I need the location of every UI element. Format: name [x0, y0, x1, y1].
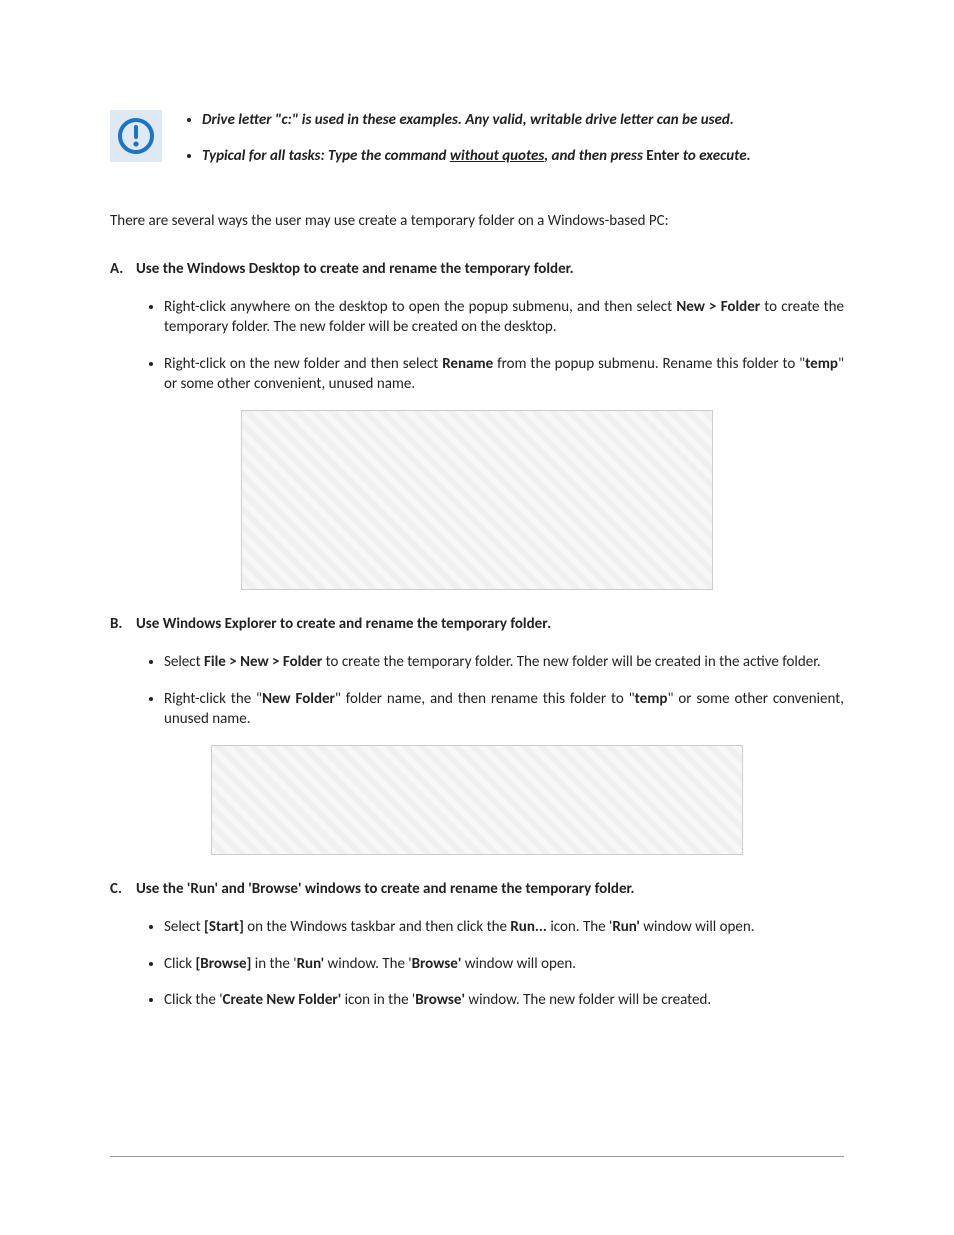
text-bold: Rename: [442, 355, 493, 373]
section-c-list: Select [Start] on the Windows taskbar an…: [140, 917, 844, 1010]
section-a-heading: A.Use the Windows Desktop to create and …: [110, 259, 844, 279]
text: Select: [164, 653, 204, 671]
text-bold: [Start]: [204, 918, 244, 936]
info-callout: Drive letter "c:" is used in these examp…: [110, 110, 844, 183]
bullet-typical-tasks: Typical for all tasks: Type the command …: [202, 146, 844, 166]
bullet-drive-letter: Drive letter "c:" is used in these examp…: [202, 110, 844, 130]
text: Right-click the ": [164, 690, 262, 708]
text: icon in the ': [341, 991, 415, 1009]
footer-separator: [110, 1156, 844, 1157]
text-bold: Browse': [415, 991, 465, 1009]
text: Drive letter "c:" is used in these examp…: [202, 111, 734, 129]
list-item: Right-click anywhere on the desktop to o…: [164, 297, 844, 338]
text-bold: temp: [635, 690, 668, 708]
section-title: Use Windows Explorer to create and renam…: [136, 615, 548, 633]
text: to create the temporary folder. The new …: [322, 653, 820, 671]
text: window will open.: [461, 955, 576, 973]
section-title: Use the 'Run' and 'Browse' windows to cr…: [136, 880, 635, 898]
text-bold: New > Folder: [676, 298, 760, 316]
section-title-tail: .: [548, 615, 552, 633]
text: Click: [164, 955, 195, 973]
list-item: Click [Browse] in the 'Run' window. The …: [164, 954, 844, 974]
text: on the Windows taskbar and then click th…: [244, 918, 511, 936]
figure-explorer-new-folder: [211, 745, 743, 855]
text: to execute.: [679, 147, 750, 165]
text: from the popup submenu. Rename this fold…: [493, 355, 805, 373]
section-c-heading: C.Use the 'Run' and 'Browse' windows to …: [110, 879, 844, 899]
text-bold: Create New Folder': [223, 991, 342, 1009]
section-label: C.: [110, 879, 136, 899]
section-label: B.: [110, 614, 136, 634]
document-page: Drive letter "c:" is used in these examp…: [0, 0, 954, 1235]
section-label: A.: [110, 259, 136, 279]
list-item: Select File > New > Folder to create the…: [164, 652, 844, 672]
text: Right-click anywhere on the desktop to o…: [164, 298, 676, 316]
text-bold: temp: [805, 355, 838, 373]
text: " folder name, and then rename this fold…: [335, 690, 635, 708]
text: , and then press: [544, 147, 646, 165]
text-underline: without quotes: [450, 147, 544, 165]
section-a-list: Right-click anywhere on the desktop to o…: [140, 297, 844, 394]
list-item: Right-click the "New Folder" folder name…: [164, 689, 844, 730]
top-bullet-list: Drive letter "c:" is used in these examp…: [180, 110, 844, 183]
text: window. The new folder will be created.: [465, 991, 711, 1009]
text: Select: [164, 918, 204, 936]
text-bold: Run...: [510, 918, 547, 936]
text: Typical for all tasks: Type the command: [202, 147, 450, 165]
info-icon: [110, 110, 162, 162]
intro-paragraph: There are several ways the user may use …: [110, 211, 844, 231]
section-title: Use the Windows Desktop to create and re…: [136, 260, 574, 278]
text: Right-click on the new folder and then s…: [164, 355, 442, 373]
section-b-heading: B.Use Windows Explorer to create and ren…: [110, 614, 844, 634]
text-enter: Enter: [646, 147, 679, 165]
figure-desktop-context-menu: [241, 410, 713, 590]
list-item: Right-click on the new folder and then s…: [164, 354, 844, 395]
text: in the ': [251, 955, 296, 973]
list-item: Click the 'Create New Folder' icon in th…: [164, 990, 844, 1010]
list-item: Select [Start] on the Windows taskbar an…: [164, 917, 844, 937]
text-bold: Run': [612, 918, 640, 936]
text-bold: File > New > Folder: [204, 653, 322, 671]
text-bold: New Folder: [262, 690, 335, 708]
text: icon. The ': [547, 918, 612, 936]
text: Click the ': [164, 991, 223, 1009]
section-b-list: Select File > New > Folder to create the…: [140, 652, 844, 729]
text-bold: Run': [297, 955, 325, 973]
text: window will open.: [640, 918, 755, 936]
text-bold: Browse': [412, 955, 462, 973]
text: window. The ': [324, 955, 411, 973]
text-bold: [Browse]: [195, 955, 251, 973]
